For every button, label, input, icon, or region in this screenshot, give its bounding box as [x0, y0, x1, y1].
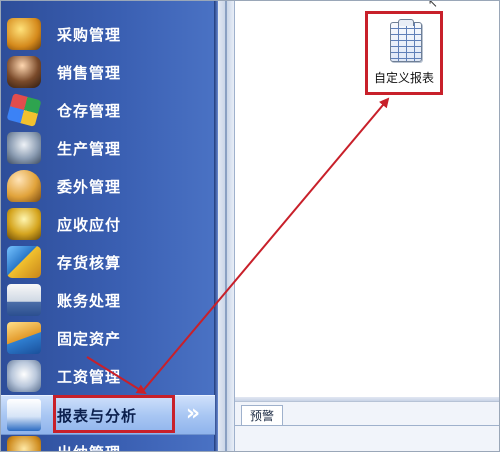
fixed-assets-icon [7, 322, 41, 354]
sidebar-item-label: 应收应付 [57, 215, 122, 234]
sidebar-item-3[interactable]: 仓存管理 [1, 91, 215, 129]
sidebar-item-7[interactable]: 存货核算 [1, 243, 215, 281]
expand-chevron-icon[interactable]: » [179, 400, 207, 428]
sidebar-item-6[interactable]: 应收应付 [1, 205, 215, 243]
production-icon [7, 132, 41, 164]
inventory-accounting-icon [7, 246, 41, 278]
sidebar-item-8[interactable]: 账务处理 [1, 281, 215, 319]
sidebar-item-label: 出纳管理 [57, 442, 121, 452]
sidebar-item-label: 账务处理 [57, 291, 122, 310]
sidebar-item-label: 生产管理 [57, 139, 122, 158]
tab-warning[interactable]: 预警 [241, 405, 283, 426]
accounting-icon [7, 284, 41, 316]
sidebar-item-12[interactable]: 出纳管理 [1, 433, 215, 452]
sidebar-item-label: 报表与分析 [57, 406, 138, 425]
mouse-cursor-icon: ↖ [428, 0, 439, 10]
payroll-icon [7, 360, 41, 392]
pane-splitter-line [225, 1, 227, 451]
sidebar-item-label: 销售管理 [57, 63, 122, 82]
reports-icon [7, 399, 41, 431]
sidebar-item-5[interactable]: 委外管理 [1, 167, 215, 205]
sidebar-item-2[interactable]: 销售管理 [1, 53, 215, 91]
sidebar-item-11[interactable]: 报表与分析 » [1, 395, 215, 435]
sidebar-item-1[interactable]: 采购管理 [1, 15, 215, 53]
sidebar-item-label: 工资管理 [57, 367, 122, 386]
purchasing-icon [7, 18, 41, 50]
application-window: 自定义报表 ↖ 预警 采购管理销售管理仓存管理生产管理委外管理应收应付存货核算账… [0, 0, 500, 452]
custom-report-icon [390, 19, 422, 62]
cashier-icon [7, 436, 41, 451]
outsourcing-icon [7, 170, 41, 202]
sidebar-item-10[interactable]: 工资管理 [1, 357, 215, 395]
sales-icon [7, 56, 41, 88]
receivable-payable-icon [7, 208, 41, 240]
custom-report-label: 自定义报表 [373, 71, 434, 85]
sidebar-item-label: 仓存管理 [57, 101, 122, 120]
sidebar-item-label: 存货核算 [57, 253, 122, 272]
sidebar-item-label: 固定资产 [57, 329, 122, 348]
warehouse-icon [6, 93, 42, 127]
sidebar-item-label: 采购管理 [57, 25, 122, 44]
sidebar-item-label: 委外管理 [57, 177, 122, 196]
sidebar-item-4[interactable]: 生产管理 [1, 129, 215, 167]
sidebar-item-9[interactable]: 固定资产 [1, 319, 215, 357]
tab-underline [235, 425, 499, 426]
custom-report-tile[interactable]: 自定义报表 [365, 11, 443, 95]
